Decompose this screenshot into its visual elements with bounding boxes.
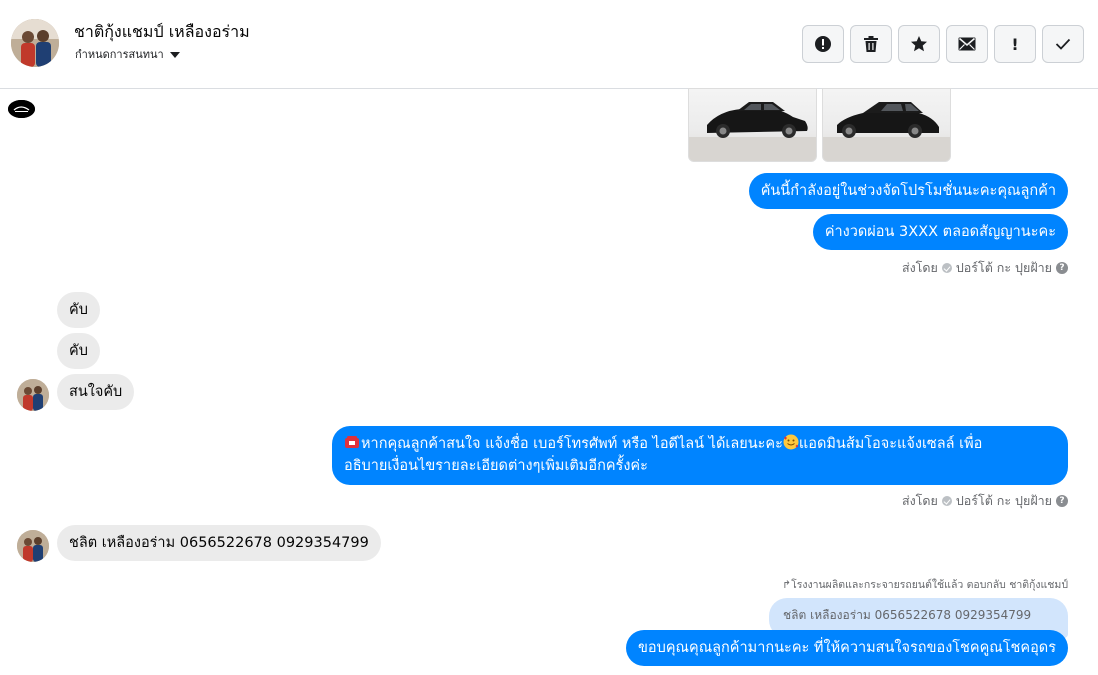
- contact-avatar-small[interactable]: [17, 379, 49, 411]
- help-icon[interactable]: ?: [1056, 495, 1068, 507]
- reply-context-note: ↱โรงงานผลิตและกระจายรถยนต์ใช้แล้ว ตอบกลั…: [782, 579, 1068, 591]
- caret-down-icon: [169, 52, 180, 58]
- page-avatar: [8, 100, 35, 118]
- contact-avatar-small[interactable]: [17, 530, 49, 562]
- car-photo-thumbnail[interactable]: [822, 88, 951, 162]
- mark-unread-button[interactable]: [946, 25, 988, 63]
- contact-name[interactable]: ชาติกุ้งแชมป์ เหลืองอร่าม: [74, 20, 250, 45]
- trash-icon: [864, 36, 878, 52]
- verified-icon: [941, 496, 952, 506]
- outgoing-message[interactable]: ค่างวดผ่อน 3XXX ตลอดสัญญานะคะ: [812, 214, 1068, 250]
- incoming-message[interactable]: ชลิต เหลืองอร่าม 0656522678 0929354799: [57, 525, 381, 561]
- sent-by-label: ส่งโดย: [901, 260, 938, 275]
- outgoing-message[interactable]: คันนี้กำลังอยู่ในช่วงจัดโปรโมชั่นนะคะคุณ…: [748, 173, 1068, 209]
- smiling-hearts-emoji-icon: [783, 434, 799, 450]
- sender-name: ปอร์โต้ กะ ปุยฝ้าย: [955, 260, 1052, 275]
- star-icon: [911, 36, 927, 52]
- verified-icon: [941, 263, 952, 273]
- telephone-emoji-icon: [344, 434, 360, 448]
- follow-up-button[interactable]: !: [994, 25, 1036, 63]
- exclamation-icon: !: [1011, 34, 1019, 54]
- message-text: หากคุณลูกค้าสนใจ แจ้งชื่อ เบอร์โทรศัพท์ …: [361, 436, 783, 452]
- sender-name: ปอร์โต้ กะ ปุยฝ้าย: [955, 493, 1052, 508]
- incoming-message[interactable]: สนใจคับ: [57, 374, 135, 410]
- sent-by-label: ส่งโดย: [901, 493, 938, 508]
- assign-conversation-dropdown[interactable]: กำหนดการสนทนา: [75, 45, 180, 63]
- assign-conversation-label: กำหนดการสนทนา: [75, 48, 164, 61]
- outgoing-message[interactable]: หากคุณลูกค้าสนใจ แจ้งชื่อ เบอร์โทรศัพท์ …: [332, 426, 1068, 485]
- help-icon[interactable]: ?: [1056, 262, 1068, 274]
- outgoing-message[interactable]: ขอบคุณคุณลูกค้ามากนะคะ ที่ให้ความสนใจรถข…: [626, 630, 1068, 666]
- message-text: อธิบายเงื่อนไขรายละเอียดต่างๆเพิ่มเติมอี…: [344, 458, 648, 474]
- delete-button[interactable]: [850, 25, 892, 63]
- car-photo-thumbnail[interactable]: [688, 88, 817, 162]
- alert-circle-icon: [815, 36, 831, 52]
- contact-avatar[interactable]: [11, 19, 59, 67]
- incoming-message[interactable]: คับ: [57, 292, 100, 328]
- incoming-message[interactable]: คับ: [57, 333, 100, 369]
- message-text: แอดมินส้มโอจะแจ้งเซลล์ เพื่อ: [798, 436, 983, 452]
- envelope-icon: [958, 37, 976, 51]
- conversation-header: ชาติกุ้งแชมป์ เหลืองอร่าม กำหนดการสนทนา: [0, 0, 1098, 89]
- mark-spam-button[interactable]: [802, 25, 844, 63]
- star-button[interactable]: [898, 25, 940, 63]
- checkmark-icon: [1055, 38, 1071, 50]
- sent-by-line: ส่งโดย ปอร์โต้ กะ ปุยฝ้าย ?: [902, 258, 1068, 278]
- sent-by-line: ส่งโดย ปอร์โต้ กะ ปุยฝ้าย ?: [902, 491, 1068, 511]
- mark-done-button[interactable]: [1042, 25, 1084, 63]
